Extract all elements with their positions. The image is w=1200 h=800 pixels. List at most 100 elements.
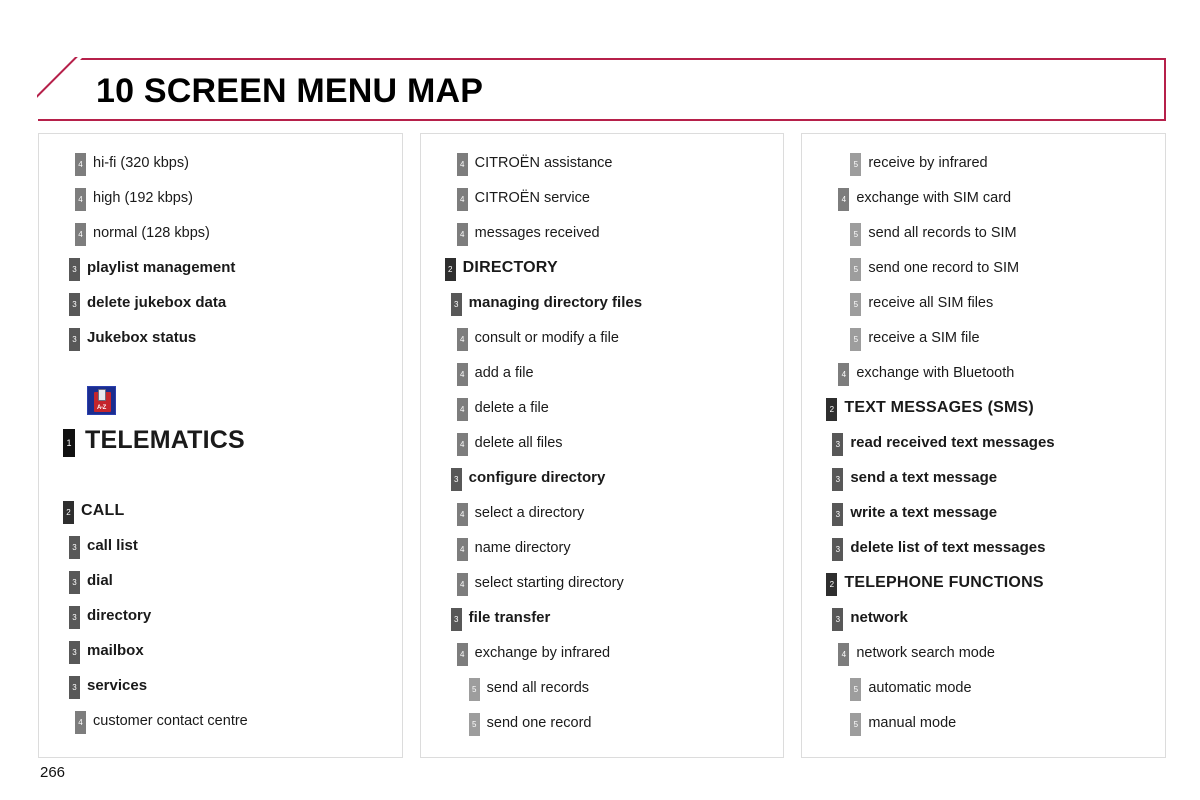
level-badge-icon: 4 [456, 328, 468, 351]
level-badge-icon: 4 [456, 433, 468, 456]
level-badge-icon: 4 [456, 153, 468, 176]
level-badge-icon: 2 [826, 398, 838, 421]
menu-item-label: write a text message [850, 504, 998, 521]
menu-item-level-5[interactable]: 5 receive all SIM files [808, 285, 1159, 320]
menu-item-level-4[interactable]: 4 hi-fi (320 kbps) [45, 145, 396, 180]
level-badge-icon: 4 [456, 643, 468, 666]
menu-item-level-5[interactable]: 5 automatic mode [808, 670, 1159, 705]
menu-item-label: send all records to SIM [868, 224, 1017, 241]
menu-column-3: 5 receive by infrared 4 exchange with SIM c… [801, 133, 1167, 758]
menu-item-label: normal (128 kbps) [93, 224, 210, 241]
level-badge-icon: 4 [75, 223, 86, 246]
menu-item-level-4[interactable]: 4 add a file [427, 355, 778, 390]
menu-item-level-5[interactable]: 5 send one record to SIM [808, 250, 1159, 285]
menu-item-label: call list [87, 537, 138, 554]
menu-item-label: send all records [486, 679, 590, 696]
menu-item-level-3[interactable]: 3 delete jukebox data [45, 285, 396, 320]
menu-item-level-3[interactable]: 3 Jukebox status [45, 320, 396, 355]
menu-item-level-3[interactable]: 3 dial [45, 563, 396, 598]
level-badge-icon: 5 [850, 713, 862, 736]
menu-item-level-3[interactable]: 3 send a text message [808, 460, 1159, 495]
menu-item-level-3[interactable]: 3 file transfer [427, 600, 778, 635]
menu-item-level-2[interactable]: 2 TELEPHONE FUNCTIONS [808, 565, 1159, 600]
menu-item-level-4[interactable]: 4 exchange with Bluetooth [808, 355, 1159, 390]
menu-item-level-4[interactable]: 4 messages received [427, 215, 778, 250]
menu-item-level-3[interactable]: 3 write a text message [808, 495, 1159, 530]
menu-item-level-4[interactable]: 4 high (192 kbps) [45, 180, 396, 215]
level-badge-icon: 3 [69, 641, 80, 664]
menu-item-level-5[interactable]: 5 send all records [427, 670, 778, 705]
menu-item-level-4[interactable]: 4 exchange by infrared [427, 635, 778, 670]
level-badge-icon: 3 [832, 433, 844, 456]
level-badge-icon: 3 [832, 503, 844, 526]
menu-item-label: exchange by infrared [474, 644, 611, 661]
menu-item-level-3[interactable]: 3 playlist management [45, 250, 396, 285]
level-badge-icon: 3 [69, 328, 80, 351]
az-label: A-Z [96, 404, 107, 411]
menu-item-level-3[interactable]: 3 managing directory files [427, 285, 778, 320]
menu-item-label: file transfer [468, 609, 551, 626]
menu-item-label: DIRECTORY [462, 258, 558, 276]
level-badge-icon: 3 [69, 536, 80, 559]
menu-item-level-5[interactable]: 5 manual mode [808, 705, 1159, 740]
level-badge-icon: 4 [838, 363, 850, 386]
level-badge-icon: 4 [456, 223, 468, 246]
menu-item-level-4[interactable]: 4 CITROËN assistance [427, 145, 778, 180]
menu-item-level-2[interactable]: 2 TEXT MESSAGES (SMS) [808, 390, 1159, 425]
menu-item-level-4[interactable]: 4 customer contact centre [45, 703, 396, 738]
menu-item-level-4[interactable]: 4 delete a file [427, 390, 778, 425]
menu-item-label: network [850, 609, 908, 626]
menu-item-level-5[interactable]: 5 receive a SIM file [808, 320, 1159, 355]
menu-column-1: 4 hi-fi (320 kbps) 4 high (192 kbps) 4 normal… [38, 133, 403, 758]
menu-item-level-3[interactable]: 3 directory [45, 598, 396, 633]
level-badge-icon: 3 [69, 676, 80, 699]
menu-item-label: exchange with Bluetooth [856, 364, 1015, 381]
mobile-phone-shape [98, 388, 106, 401]
section-icon-row: A-Z [45, 377, 396, 423]
level-badge-icon: 5 [850, 258, 862, 281]
menu-item-level-2[interactable]: 2 DIRECTORY [427, 250, 778, 285]
menu-item-label: send one record to SIM [868, 259, 1020, 276]
menu-item-label: dial [87, 572, 113, 589]
menu-item-level-4[interactable]: 4 name directory [427, 530, 778, 565]
menu-item-level-4[interactable]: 4 select a directory [427, 495, 778, 530]
menu-item-label: services [87, 677, 148, 694]
menu-item-label: hi-fi (320 kbps) [93, 154, 189, 171]
menu-column-2: 4 CITROËN assistance 4 CITROËN service 4 mess… [419, 133, 785, 758]
menu-item-level-1[interactable]: 1 TELEMATICS [45, 423, 396, 458]
menu-item-level-2[interactable]: 2 CALL [45, 493, 396, 528]
menu-item-label: high (192 kbps) [93, 189, 193, 206]
menu-item-level-3[interactable]: 3 configure directory [427, 460, 778, 495]
menu-item-level-3[interactable]: 3 call list [45, 528, 396, 563]
menu-item-level-4[interactable]: 4 CITROËN service [427, 180, 778, 215]
menu-item-label: CITROËN service [474, 189, 590, 206]
menu-item-level-5[interactable]: 5 send all records to SIM [808, 215, 1159, 250]
level-badge-icon: 4 [456, 363, 468, 386]
page-title: 10 SCREEN MENU MAP [96, 72, 484, 110]
level-badge-icon: 4 [75, 153, 86, 176]
menu-item-level-3[interactable]: 3 read received text messages [808, 425, 1159, 460]
menu-item-level-4[interactable]: 4 normal (128 kbps) [45, 215, 396, 250]
menu-item-level-3[interactable]: 3 services [45, 668, 396, 703]
menu-item-level-3[interactable]: 3 delete list of text messages [808, 530, 1159, 565]
menu-item-label: customer contact centre [93, 712, 248, 729]
level-badge-icon: 5 [850, 328, 862, 351]
menu-item-level-4[interactable]: 4 consult or modify a file [427, 320, 778, 355]
menu-item-level-4[interactable]: 4 network search mode [808, 635, 1159, 670]
menu-item-label: delete jukebox data [87, 294, 227, 311]
menu-item-level-4[interactable]: 4 delete all files [427, 425, 778, 460]
menu-item-level-5[interactable]: 5 receive by infrared [808, 145, 1159, 180]
menu-item-level-4[interactable]: 4 select starting directory [427, 565, 778, 600]
menu-item-label: TELEMATICS [85, 426, 245, 454]
menu-item-label: delete all files [474, 434, 563, 451]
menu-item-level-3[interactable]: 3 network [808, 600, 1159, 635]
level-badge-icon: 3 [69, 258, 80, 281]
menu-item-level-5[interactable]: 5 send one record [427, 705, 778, 740]
menu-item-level-4[interactable]: 4 exchange with SIM card [808, 180, 1159, 215]
level-badge-icon: 3 [832, 538, 844, 561]
page-number: 266 [40, 764, 66, 781]
menu-item-level-3[interactable]: 3 mailbox [45, 633, 396, 668]
level-badge-icon: 3 [69, 606, 80, 629]
menu-item-label: mailbox [87, 642, 144, 659]
menu-item-label: add a file [474, 364, 534, 381]
